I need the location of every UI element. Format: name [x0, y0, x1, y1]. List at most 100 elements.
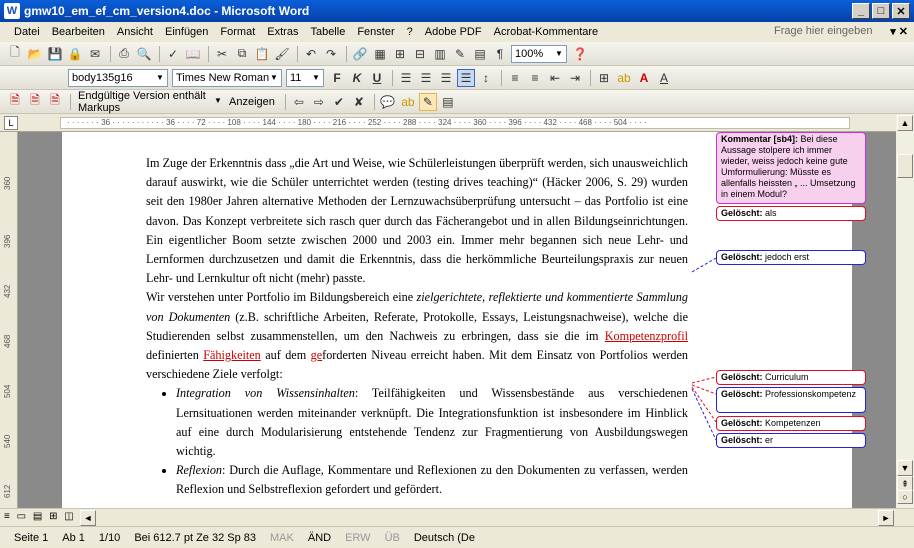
insert-table-icon[interactable]: ⊞	[391, 45, 409, 63]
deletion-balloon[interactable]: Gelöscht: er	[716, 433, 866, 448]
undo-icon[interactable]: ↶	[302, 45, 320, 63]
redo-icon[interactable]: ↷	[322, 45, 340, 63]
reviewing-pane-icon[interactable]: ▤	[439, 93, 457, 111]
increase-indent-icon[interactable]: ⇥	[566, 69, 584, 87]
decrease-indent-icon[interactable]: ⇤	[546, 69, 564, 87]
deletion-balloon[interactable]: Gelöscht: Professionskompetenz	[716, 387, 866, 413]
document-map-icon[interactable]: ▤	[471, 45, 489, 63]
previous-change-icon[interactable]: ⇦	[290, 93, 308, 111]
align-left-icon[interactable]: ☰	[397, 69, 415, 87]
minimize-button[interactable]: _	[852, 3, 870, 19]
track-icon-2[interactable]: 🗎	[26, 93, 44, 111]
scroll-left-icon[interactable]: ◄	[80, 510, 96, 526]
help-icon[interactable]: ❓	[571, 45, 589, 63]
show-hide-icon[interactable]: ¶	[491, 45, 509, 63]
spelling-icon[interactable]: ✓	[164, 45, 182, 63]
paste-icon[interactable]: 📋	[253, 45, 271, 63]
print-preview-icon[interactable]: 🔍	[135, 45, 153, 63]
copy-icon[interactable]: ⧉	[233, 45, 251, 63]
close-document-icon[interactable]: ▾ ✕	[890, 25, 908, 38]
align-right-icon[interactable]: ☰	[437, 69, 455, 87]
insert-excel-icon[interactable]: ⊟	[411, 45, 429, 63]
numbering-icon[interactable]: ≡	[506, 69, 524, 87]
bullets-icon[interactable]: ≡	[526, 69, 544, 87]
menu-ansicht[interactable]: Ansicht	[117, 26, 153, 38]
scroll-right-icon[interactable]: ►	[878, 510, 894, 526]
show-markup-button[interactable]: Anzeigen	[229, 96, 275, 108]
track-icon-1[interactable]: 🗎	[6, 93, 24, 111]
print-icon[interactable]: ⎙	[115, 45, 133, 63]
new-document-icon[interactable]: 🗋	[6, 45, 24, 63]
menu-format[interactable]: Format	[220, 26, 255, 38]
cut-icon[interactable]: ✂	[213, 45, 231, 63]
close-button[interactable]: ✕	[892, 3, 910, 19]
display-mode-select[interactable]: Endgültige Version enthält Markups ▼	[75, 90, 225, 114]
open-icon[interactable]: 📂	[26, 45, 44, 63]
font-size-select[interactable]: 11 ▼	[286, 68, 324, 87]
insertion-faehigkeiten[interactable]: Fähigkeiten	[203, 348, 261, 362]
drawing-icon[interactable]: ✎	[451, 45, 469, 63]
list-item[interactable]: Reflexion: Durch die Auflage, Kommentare…	[176, 461, 688, 499]
italic-icon[interactable]: K	[348, 69, 366, 87]
paragraph-1[interactable]: Im Zuge der Erkenntnis dass „die Art und…	[146, 154, 688, 288]
menu-tabelle[interactable]: Tabelle	[310, 26, 345, 38]
zoom-select[interactable]: 100% ▼	[511, 44, 567, 63]
save-icon[interactable]: 💾	[46, 45, 64, 63]
reject-change-icon[interactable]: ✘	[350, 93, 368, 111]
browse-object-icon[interactable]: ○	[897, 490, 913, 504]
document-area[interactable]: Im Zuge der Erkenntnis dass „die Art und…	[18, 132, 896, 508]
word-app-icon[interactable]: W	[4, 3, 20, 19]
bold-icon[interactable]: F	[328, 69, 346, 87]
hyperlink-icon[interactable]: 🔗	[351, 45, 369, 63]
vertical-scrollbar[interactable]: ▲ ▼ ⇞ ○	[896, 114, 914, 508]
comment-balloon[interactable]: Kommentar [sb4]: Bei diese Aussage stolp…	[716, 132, 866, 204]
paragraph-2[interactable]: Wir verstehen unter Portfolio im Bildung…	[146, 288, 688, 384]
permission-icon[interactable]: 🔒	[66, 45, 84, 63]
deletion-balloon[interactable]: Gelöscht: Kompetenzen	[716, 416, 866, 431]
accept-change-icon[interactable]: ✔	[330, 93, 348, 111]
status-overtype[interactable]: ÜB	[385, 532, 400, 544]
menu-einfuegen[interactable]: Einfügen	[165, 26, 208, 38]
menu-adobe-pdf[interactable]: Adobe PDF	[425, 26, 482, 38]
deletion-balloon[interactable]: Gelöscht: jedoch erst	[716, 250, 866, 265]
horizontal-scrollbar[interactable]: ≡ ▭ ▤ ⊞ ◫ ◄ ►	[0, 508, 914, 526]
phonetic-guide-icon[interactable]: A	[655, 69, 673, 87]
maximize-button[interactable]: □	[872, 3, 890, 19]
menu-help[interactable]: ?	[407, 26, 413, 38]
email-icon[interactable]: ✉	[86, 45, 104, 63]
status-language[interactable]: Deutsch (De	[414, 532, 475, 544]
style-select[interactable]: body135g16 ▼	[68, 68, 168, 87]
document-body[interactable]: Im Zuge der Erkenntnis dass „die Art und…	[146, 154, 688, 500]
view-buttons[interactable]: ≡ ▭ ▤ ⊞ ◫	[4, 511, 76, 522]
columns-icon[interactable]: ▥	[431, 45, 449, 63]
font-color-icon[interactable]: A	[635, 69, 653, 87]
tab-selector[interactable]: L	[4, 116, 18, 130]
status-mak[interactable]: MAK	[270, 532, 294, 544]
format-painter-icon[interactable]: 🖌	[273, 45, 291, 63]
status-track-changes[interactable]: ÄND	[308, 532, 331, 544]
font-select[interactable]: Times New Roman ▼	[172, 68, 282, 87]
border-icon[interactable]: ⊞	[595, 69, 613, 87]
list-item[interactable]: Integration von Wissensinhalten: Teilfäh…	[176, 384, 688, 461]
insertion-ge[interactable]: ge	[311, 348, 323, 362]
track-icon-3[interactable]: 🗎	[46, 93, 64, 111]
menu-bearbeiten[interactable]: Bearbeiten	[52, 26, 105, 38]
highlight-icon[interactable]: ab	[615, 69, 633, 87]
highlight-review-icon[interactable]: ab	[399, 93, 417, 111]
research-icon[interactable]: 📖	[184, 45, 202, 63]
scroll-thumb[interactable]	[897, 154, 913, 178]
justify-icon[interactable]: ☰	[457, 68, 475, 87]
deletion-balloon[interactable]: Gelöscht: als	[716, 206, 866, 221]
menu-acrobat-kommentare[interactable]: Acrobat-Kommentare	[494, 26, 599, 38]
tables-icon[interactable]: ▦	[371, 45, 389, 63]
menu-extras[interactable]: Extras	[267, 26, 298, 38]
new-comment-icon[interactable]: 💬	[379, 93, 397, 111]
track-changes-icon[interactable]: ✎	[418, 92, 437, 111]
next-change-icon[interactable]: ⇨	[310, 93, 328, 111]
deletion-balloon[interactable]: Gelöscht: Curriculum	[716, 370, 866, 385]
align-center-icon[interactable]: ☰	[417, 69, 435, 87]
insertion-kompetenzprofil[interactable]: Kompetenzprofil	[605, 329, 688, 343]
line-spacing-icon[interactable]: ↕	[477, 69, 495, 87]
underline-icon[interactable]: U	[368, 69, 386, 87]
document-page[interactable]: Im Zuge der Erkenntnis dass „die Art und…	[62, 132, 866, 508]
